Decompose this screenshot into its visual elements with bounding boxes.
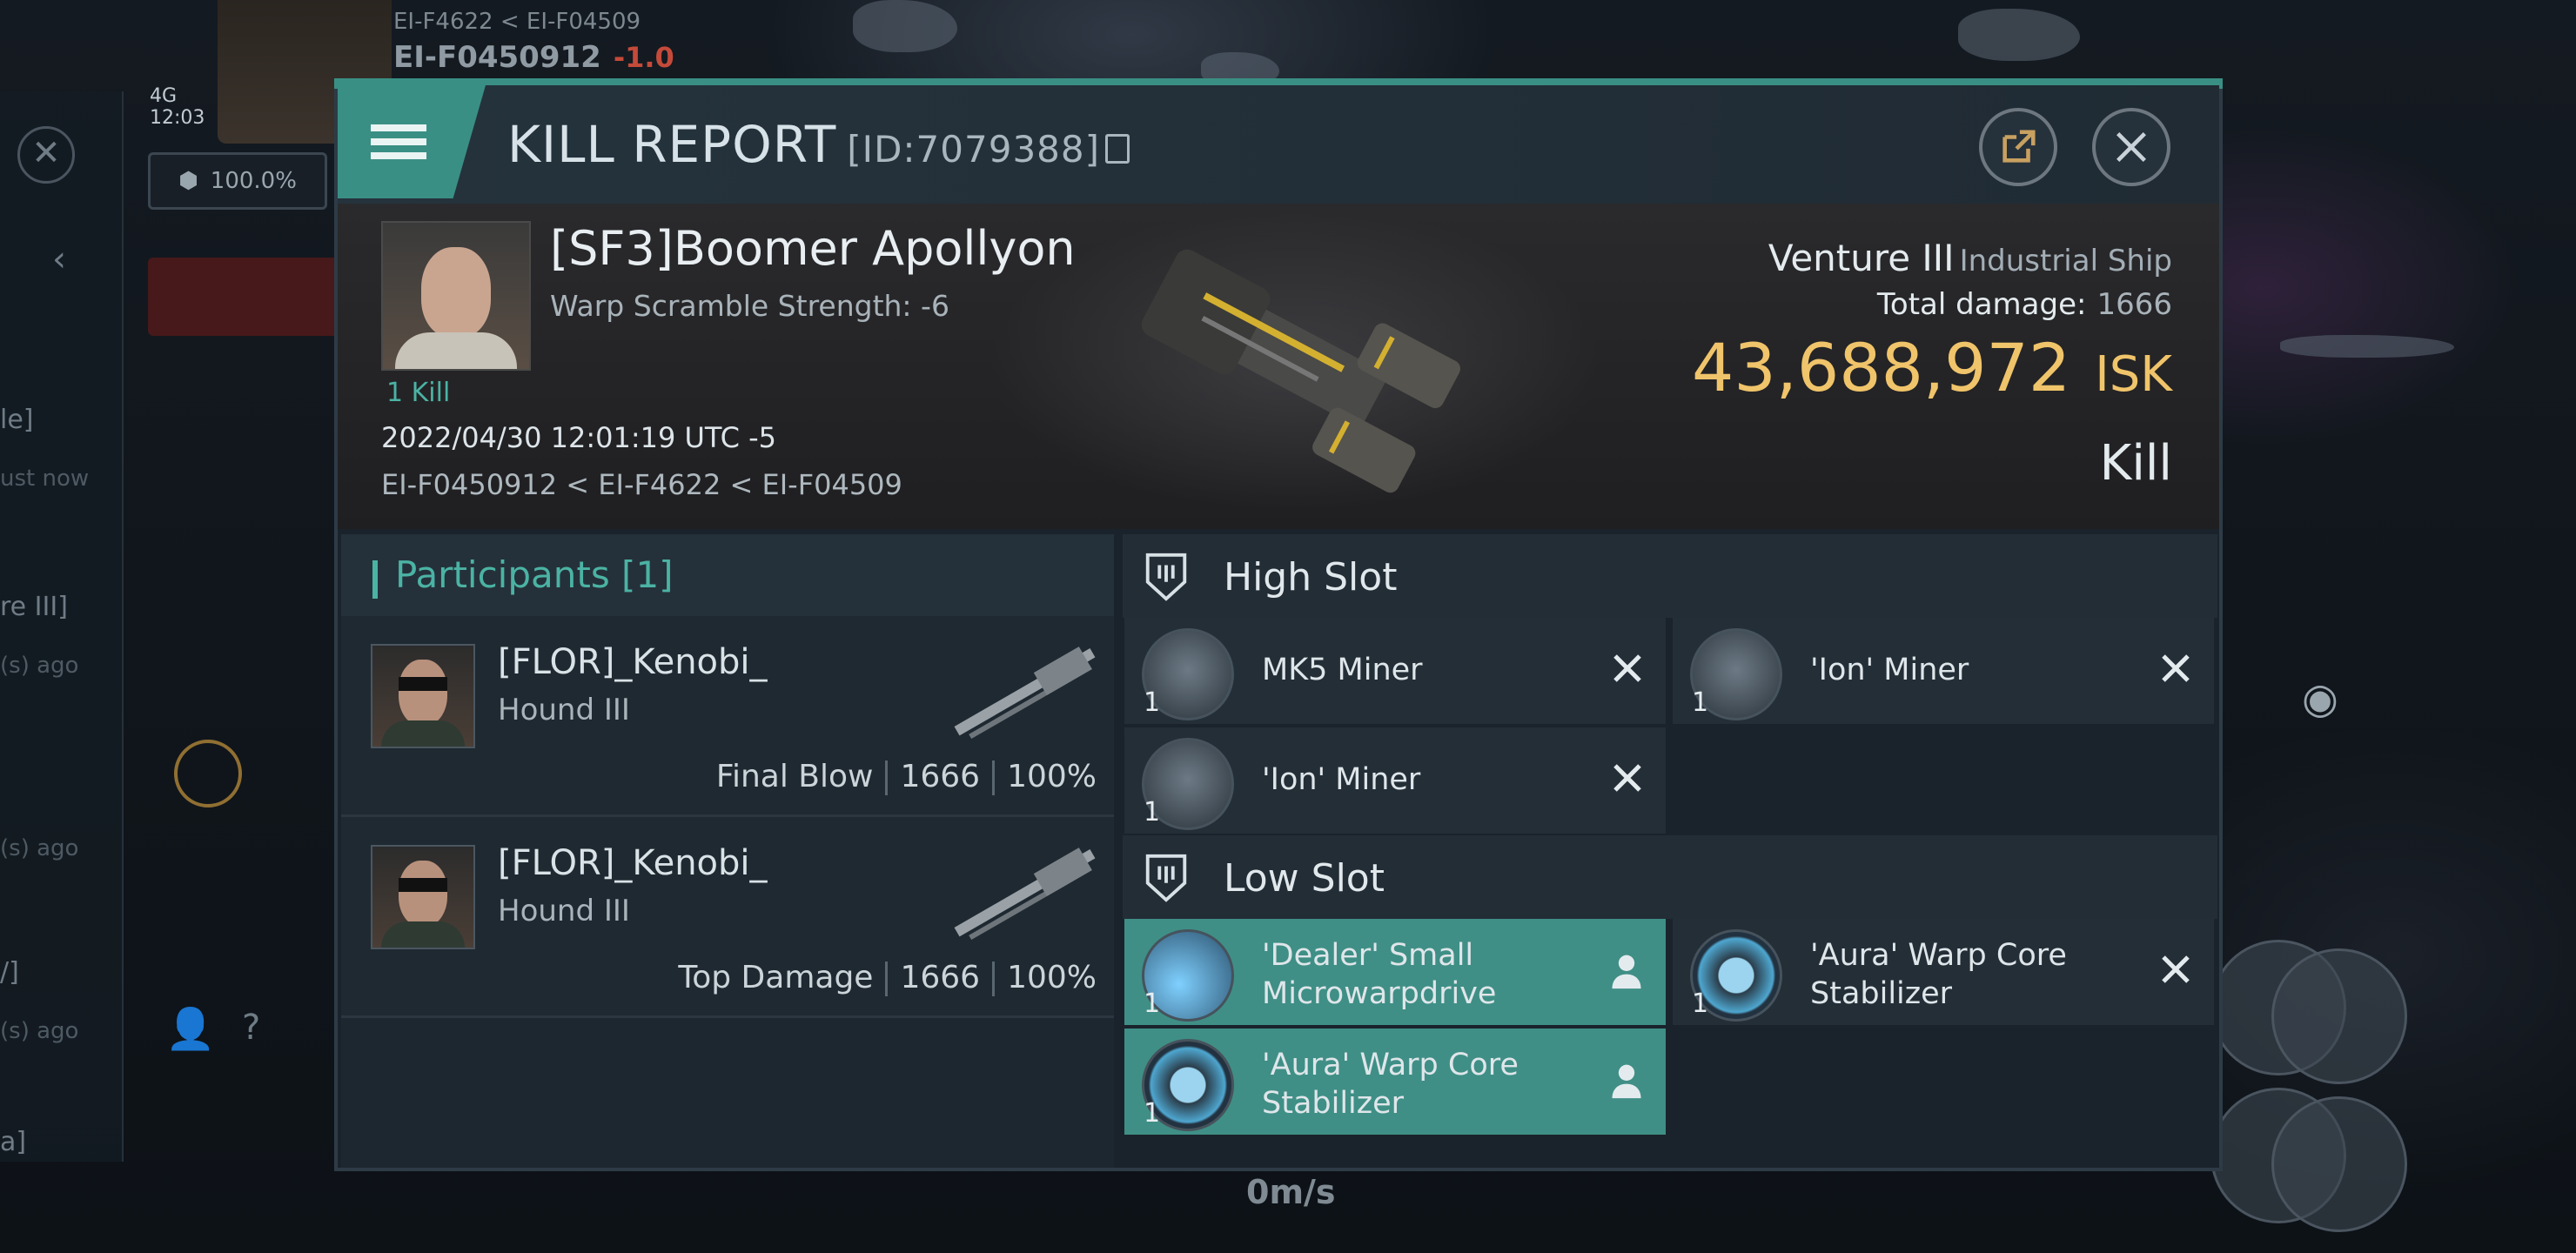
- fitting-panel: High Slot 1 MK5 Miner 1 'Ion' Miner 1 'I…: [1123, 534, 2217, 1168]
- module-quantity: 1: [1692, 687, 1709, 718]
- report-id: [ID:7079388]: [847, 128, 1100, 171]
- destroyed-icon: [2162, 654, 2190, 682]
- isk-value: 43,688,972 ISK: [1692, 329, 2172, 406]
- participants-panel: Participants [1] [FLOR]_Kenobi_ Hound II…: [341, 534, 1114, 1168]
- kill-timestamp: 2022/04/30 12:01:19 UTC -5: [381, 421, 777, 454]
- dialog-title: KILL REPORT [ID:7079388]: [507, 115, 1130, 174]
- help-icon[interactable]: ?: [242, 1008, 260, 1048]
- destroyed-icon: [2162, 955, 2190, 983]
- module-slot[interactable]: [2271, 948, 2407, 1084]
- warp-scramble-strength: Warp Scramble Strength: -6: [550, 289, 949, 323]
- module-item[interactable]: 1 MK5 Miner: [1124, 618, 1666, 724]
- low-slot-label: Low Slot: [1224, 856, 1385, 901]
- hud-system-name[interactable]: EI-F0450912 -1.0: [393, 40, 674, 75]
- module-item[interactable]: 1 'Aura' Warp Core Stabilizer: [1673, 919, 2214, 1025]
- victim-name[interactable]: [SF3]Boomer Apollyon: [550, 221, 1076, 276]
- close-button[interactable]: [2092, 108, 2170, 186]
- ship-name[interactable]: Venture III Industrial Ship: [1768, 237, 2172, 279]
- participant-stats: Final Blow 1666 100%: [715, 759, 1097, 795]
- total-damage: Total damage: 1666: [1876, 287, 2172, 322]
- cargo-indicator[interactable]: ⬢ 100.0%: [148, 152, 327, 210]
- module-item[interactable]: 1 'Ion' Miner: [1673, 618, 2214, 724]
- hud-route: EI-F4622 < EI-F04509: [393, 9, 641, 35]
- participants-title: Participants [1]: [395, 553, 674, 596]
- module-name: 'Aura' Warp Core Stabilizer: [1810, 938, 2067, 1011]
- kill-report-dialog: KILL REPORT [ID:7079388] [SF3]Boomer Apol…: [334, 78, 2223, 1171]
- speed-readout: 0m/s: [1246, 1173, 1336, 1211]
- navigation-panel[interactable]: [148, 258, 348, 336]
- chat-snippet: (s) ago: [0, 653, 79, 679]
- dialog-header: KILL REPORT [ID:7079388]: [338, 85, 2219, 204]
- participant-ship: Hound III: [498, 894, 630, 928]
- share-button[interactable]: [1979, 108, 2057, 186]
- eye-icon[interactable]: ◉: [2302, 674, 2380, 727]
- participant-avatar[interactable]: [371, 644, 475, 748]
- weapon-icon: [954, 647, 1096, 740]
- map-island: [2280, 335, 2454, 358]
- destroyed-icon: [1613, 654, 1641, 682]
- title-text: KILL REPORT: [507, 115, 837, 174]
- participant-row[interactable]: [FLOR]_Kenobi_ Hound III Top Damage 1666 1…: [341, 817, 1114, 1018]
- chat-snippet: ust now: [0, 466, 90, 492]
- participant-stats: Top Damage 1666 100%: [678, 960, 1097, 996]
- destroyed-icon: [1613, 764, 1641, 792]
- low-slot-icon: [1145, 854, 1187, 902]
- module-name: 'Ion' Miner: [1262, 762, 1421, 797]
- module-quantity: 1: [1144, 687, 1161, 718]
- module-quantity: 1: [1144, 988, 1161, 1019]
- copy-icon[interactable]: [1105, 134, 1130, 164]
- cargo-icon: ⬢: [178, 168, 198, 194]
- chat-snippet: (s) ago: [0, 835, 79, 861]
- module-quantity: 1: [1144, 797, 1161, 828]
- kill-result: Kill: [2099, 435, 2172, 492]
- chat-sidebar[interactable]: ✕ ‹ le] ust now re III] (s) ago (s) ago …: [0, 91, 124, 1162]
- participant-name: [FLOR]_Kenobi_: [498, 843, 768, 883]
- dropped-pilot-icon: [1612, 1064, 1641, 1099]
- high-slot-header: High Slot: [1123, 534, 2217, 618]
- participant-name: [FLOR]_Kenobi_: [498, 642, 768, 682]
- ship-image: [1141, 249, 1461, 493]
- participant-row[interactable]: [FLOR]_Kenobi_ Hound III Final Blow 1666 1…: [341, 616, 1114, 817]
- user-icon[interactable]: 👤: [165, 1005, 215, 1053]
- chat-snippet: (s) ago: [0, 1018, 79, 1044]
- target-ring-icon[interactable]: [174, 740, 242, 807]
- low-slot-header: Low Slot: [1123, 835, 2217, 919]
- chat-snippet: /]: [0, 957, 19, 988]
- high-slot-icon: [1145, 553, 1187, 601]
- chat-snippet: a]: [0, 1127, 27, 1157]
- module-name: MK5 Miner: [1262, 653, 1423, 687]
- kill-count: 1 Kill: [386, 378, 451, 408]
- module-item[interactable]: 1 'Aura' Warp Core Stabilizer: [1124, 1029, 1666, 1135]
- menu-button[interactable]: [338, 85, 486, 198]
- close-icon[interactable]: ✕: [17, 126, 75, 184]
- chevron-left-icon[interactable]: ‹: [52, 239, 66, 279]
- module-name: 'Dealer' Small Microwarpdrive: [1262, 938, 1497, 1011]
- high-slot-label: High Slot: [1224, 555, 1398, 600]
- module-quantity: 1: [1144, 1098, 1161, 1129]
- external-link-icon: [2002, 130, 2036, 163]
- participants-header: Participants [1]: [341, 534, 1114, 616]
- chat-snippet: re III]: [0, 592, 68, 622]
- hamburger-icon: [371, 117, 426, 166]
- status-bar: 4G 12:03: [150, 85, 205, 129]
- dropped-pilot-icon: [1612, 955, 1641, 989]
- participant-ship: Hound III: [498, 693, 630, 727]
- participant-avatar[interactable]: [371, 845, 475, 949]
- weapon-icon: [954, 848, 1096, 941]
- module-item[interactable]: 1 'Dealer' Small Microwarpdrive: [1124, 919, 1666, 1025]
- victim-banner: [SF3]Boomer Apollyon Warp Scramble Stren…: [338, 204, 2219, 529]
- module-slot[interactable]: [2271, 1096, 2407, 1232]
- chat-snippet: le]: [0, 405, 34, 435]
- kill-route: EI-F0450912 < EI-F4622 < EI-F04509: [381, 468, 902, 501]
- module-name: 'Aura' Warp Core Stabilizer: [1262, 1048, 1519, 1121]
- module-item[interactable]: 1 'Ion' Miner: [1124, 727, 1666, 834]
- module-name: 'Ion' Miner: [1810, 653, 1969, 687]
- module-quantity: 1: [1692, 988, 1709, 1019]
- victim-avatar[interactable]: [381, 221, 531, 371]
- close-icon: [2116, 132, 2146, 162]
